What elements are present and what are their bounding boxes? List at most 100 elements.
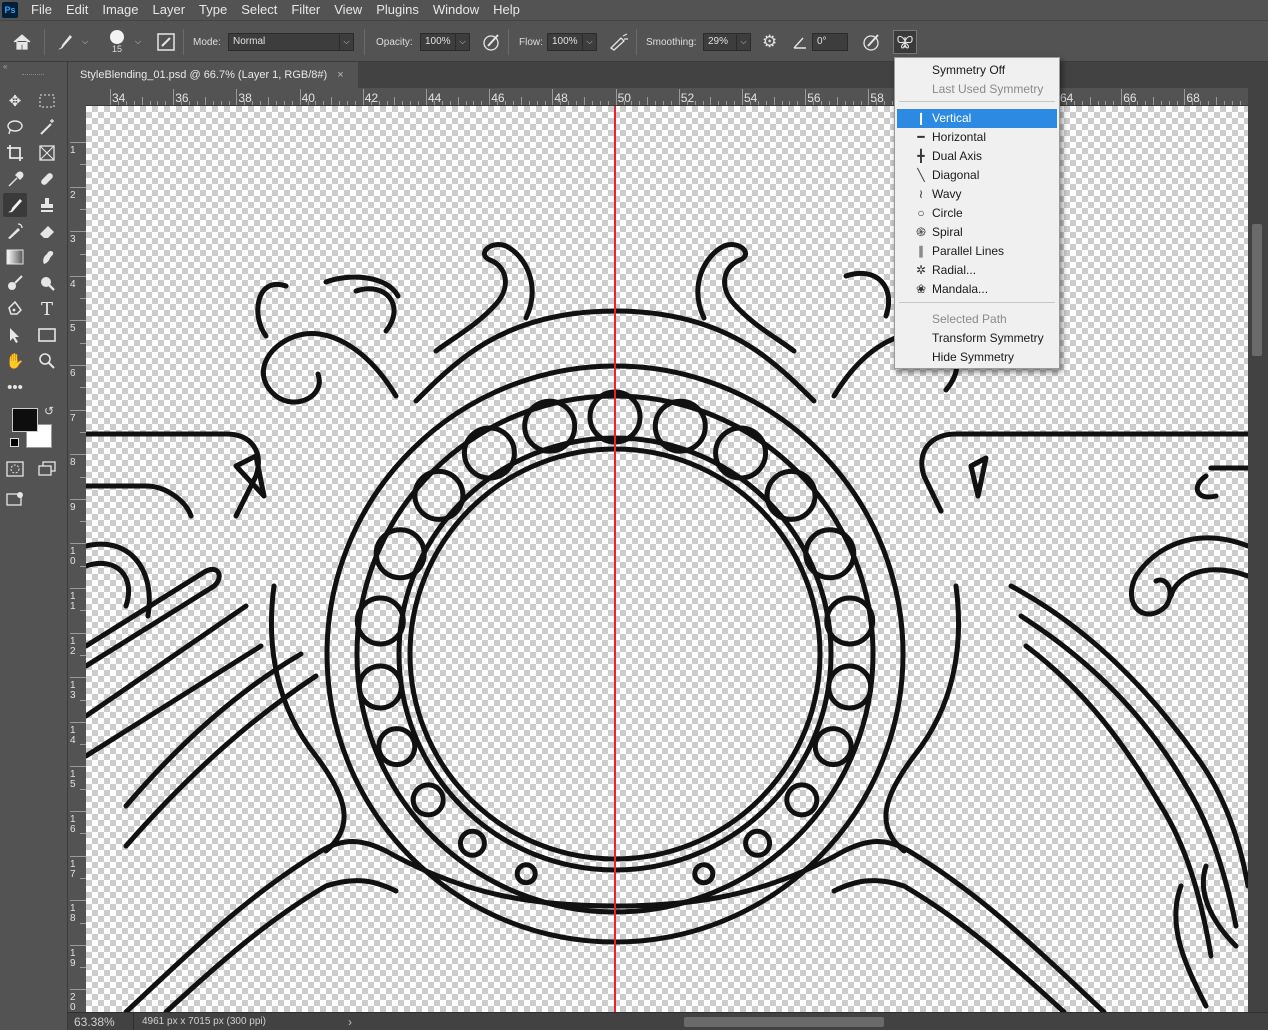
ruler-tick — [70, 632, 86, 634]
lasso-tool[interactable] — [3, 115, 27, 139]
symmetry-option-spiral[interactable]: ֍ Spiral — [897, 223, 1057, 242]
hand-tool[interactable]: ✋ — [3, 349, 27, 373]
brush-tool-preset-button[interactable]: ⌵ — [54, 21, 88, 63]
collapse-panel-icon[interactable]: « — [0, 62, 68, 72]
smudge-tool[interactable] — [35, 245, 59, 269]
healing-brush-tool[interactable] — [35, 167, 59, 191]
vertical-scroll-thumb[interactable] — [1252, 224, 1262, 356]
symmetry-option-horizontal[interactable]: ━ Horizontal — [897, 128, 1057, 147]
ruler-label: 11 — [70, 591, 76, 612]
pressure-opacity-toggle[interactable] — [482, 21, 502, 63]
symmetry-axis-line[interactable] — [614, 106, 616, 1012]
content-credentials-button[interactable] — [3, 487, 27, 511]
default-colors-icon[interactable] — [10, 438, 19, 447]
eraser-tool[interactable] — [35, 219, 59, 243]
quick-mask-button[interactable] — [3, 457, 27, 481]
arch-left — [413, 308, 618, 404]
vertical-ruler[interactable]: 1 2 3 4 5 6 7 8 9 10 11 12 13 14 15 16 17 18 19 20 — [68, 106, 86, 1012]
dodge-tool[interactable] — [3, 271, 27, 295]
brush-tool[interactable] — [3, 193, 27, 217]
zoom-level-field[interactable]: 63.38% — [68, 1012, 134, 1030]
menu-window[interactable]: Window — [426, 0, 486, 20]
pen-pressure-size-icon — [863, 34, 879, 51]
spiral-icon: ֍ — [916, 225, 926, 239]
horizontal-scroll-thumb[interactable] — [684, 1017, 884, 1027]
ruler-minor-tick — [189, 101, 190, 105]
photoshop-logo-icon[interactable]: Ps — [2, 2, 18, 18]
right-swirl-b — [1168, 567, 1248, 599]
panel-grip[interactable] — [22, 74, 44, 76]
ruler-minor-tick — [789, 101, 791, 105]
symmetry-option-mandala[interactable]: ❀ Mandala... — [897, 280, 1057, 299]
move-tool[interactable]: ✥ — [3, 89, 27, 113]
swap-colors-icon[interactable]: ↺ — [44, 404, 54, 418]
pen-tool[interactable] — [3, 297, 27, 321]
dodge-icon — [8, 275, 23, 290]
bead-circle — [457, 828, 487, 858]
ruler-minor-tick — [1089, 97, 1091, 105]
airbrush-toggle[interactable] — [608, 21, 630, 63]
angle-input[interactable]: 0° — [812, 21, 848, 63]
brush-picker-caret[interactable]: ⌵ — [135, 21, 141, 63]
opacity-input[interactable]: 100% ⌵ — [420, 21, 470, 63]
bead-circle — [410, 782, 446, 818]
symmetry-option-radial[interactable]: ✲ Radial... — [897, 261, 1057, 280]
ruler-label: 17 — [70, 858, 76, 880]
marquee-tool[interactable] — [35, 89, 59, 113]
symmetry-option-circle[interactable]: ○ Circle — [897, 204, 1057, 223]
menu-select[interactable]: Select — [234, 0, 284, 20]
smoothing-options-button[interactable]: ⚙ — [762, 21, 777, 63]
horizontal-ruler[interactable]: 343638404244464850525456586062646668 — [86, 88, 1254, 106]
brush-size-picker[interactable]: 15 — [110, 21, 124, 63]
symmetry-option-hide-symmetry[interactable]: Hide Symmetry — [897, 348, 1057, 367]
ruler-tick — [70, 944, 86, 946]
type-tool[interactable]: T — [35, 297, 59, 321]
screen-mode-button[interactable] — [35, 457, 59, 481]
menu-file[interactable]: File — [24, 0, 59, 20]
smoothing-input[interactable]: 29% ⌵ — [703, 21, 751, 63]
mode-select[interactable]: Normal ⌵ — [228, 21, 354, 63]
rectangle-tool[interactable] — [35, 323, 59, 347]
symmetry-option-symmetry-off[interactable]: Symmetry Off — [897, 61, 1057, 80]
menu-plugins[interactable]: Plugins — [369, 0, 426, 20]
document-tab[interactable]: StyleBlending_01.psd @ 66.7% (Layer 1, R… — [68, 62, 358, 88]
ruler-tick — [173, 89, 175, 105]
pressure-size-toggle[interactable] — [862, 21, 882, 63]
home-button[interactable] — [12, 21, 32, 63]
symmetry-option-wavy[interactable]: ≀ Wavy — [897, 185, 1057, 204]
close-icon[interactable]: × — [337, 69, 343, 81]
menu-layer[interactable]: Layer — [146, 0, 193, 20]
brush-settings-panel-button[interactable] — [156, 21, 176, 63]
symmetry-option-vertical[interactable]: ❙ Vertical — [897, 109, 1057, 128]
menu-filter[interactable]: Filter — [284, 0, 327, 20]
vertical-scrollbar[interactable] — [1248, 88, 1268, 1012]
blur-tool[interactable] — [35, 271, 59, 295]
gradient-tool[interactable] — [3, 245, 27, 269]
path-selection-tool[interactable] — [3, 323, 27, 347]
menu-edit[interactable]: Edit — [59, 0, 95, 20]
status-menu-arrow[interactable]: › — [348, 1015, 352, 1029]
symmetry-option-parallel-lines[interactable]: ∥ Parallel Lines — [897, 242, 1057, 261]
ruler-label: 8 — [70, 457, 76, 469]
edit-toolbar-button[interactable]: ••• — [3, 375, 27, 399]
symmetry-option-dual-axis[interactable]: ╋ Dual Axis — [897, 147, 1057, 166]
eyedropper-tool[interactable] — [3, 167, 27, 191]
ruler-minor-tick — [1239, 101, 1241, 105]
document-canvas[interactable] — [86, 106, 1248, 1012]
symmetry-option-diagonal[interactable]: ╲ Diagonal — [897, 166, 1057, 185]
frame-tool[interactable] — [35, 141, 59, 165]
flow-input[interactable]: 100% ⌵ — [547, 21, 597, 63]
clone-stamp-tool[interactable] — [35, 193, 59, 217]
ruler-origin[interactable] — [68, 88, 86, 106]
history-brush-tool[interactable] — [3, 219, 27, 243]
menu-type[interactable]: Type — [192, 0, 234, 20]
foreground-color-swatch-top[interactable] — [12, 408, 38, 432]
menu-help[interactable]: Help — [486, 0, 527, 20]
magic-wand-tool[interactable] — [35, 115, 59, 139]
brush-angle-control[interactable] — [792, 21, 808, 63]
zoom-tool[interactable] — [35, 349, 59, 373]
crop-tool[interactable] — [3, 141, 27, 165]
menu-image[interactable]: Image — [95, 0, 145, 20]
symmetry-option-transform-symmetry[interactable]: Transform Symmetry — [897, 329, 1057, 348]
menu-view[interactable]: View — [327, 0, 369, 20]
